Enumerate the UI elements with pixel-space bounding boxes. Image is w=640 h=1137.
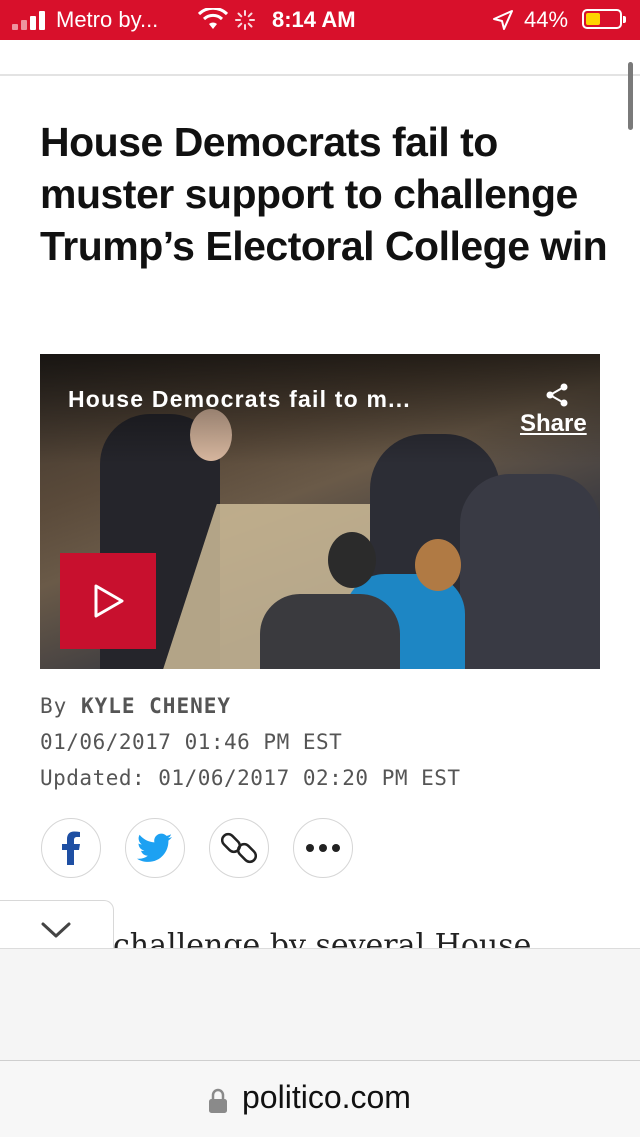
clock: 8:14 AM	[272, 7, 356, 32]
scroll-indicator[interactable]	[628, 62, 633, 130]
bottom-ad-panel	[0, 948, 640, 1061]
video-player[interactable]: House Democrats fail to m... Share	[40, 354, 600, 669]
author-link[interactable]: KYLE CHENEY	[81, 694, 231, 718]
lock-icon	[209, 1088, 227, 1113]
facebook-icon	[62, 831, 80, 865]
activity-spinner-icon	[235, 10, 255, 30]
chevron-down-icon	[41, 922, 71, 938]
top-divider	[0, 74, 640, 76]
url-text[interactable]: politico.com	[242, 1079, 411, 1116]
published-date: 01/06/2017 01:46 PM EST	[40, 730, 343, 754]
share-icon[interactable]	[544, 382, 570, 408]
link-icon	[221, 832, 257, 864]
facebook-share-button[interactable]	[41, 818, 101, 878]
article-headline: House Democrats fail to muster support t…	[40, 119, 608, 269]
video-title: House Democrats fail to m...	[68, 386, 411, 412]
play-button[interactable]	[60, 553, 156, 649]
share-button[interactable]: Share	[520, 410, 587, 438]
twitter-icon	[137, 833, 172, 862]
browser-address-bar[interactable]: politico.com	[0, 1060, 640, 1137]
location-arrow-icon	[493, 10, 513, 30]
play-icon	[94, 584, 124, 618]
signal-icon	[12, 10, 48, 30]
collapse-toggle[interactable]	[0, 900, 114, 954]
battery-percent: 44%	[524, 7, 569, 32]
more-icon	[306, 844, 340, 852]
status-bar: Metro by... 8:14 AM 44%	[0, 0, 640, 40]
article-body-snippet: challenge by several House	[113, 928, 532, 948]
updated-date: Updated: 01/06/2017 02:20 PM EST	[40, 766, 461, 790]
twitter-share-button[interactable]	[125, 818, 185, 878]
byline-prefix: By	[40, 694, 68, 718]
battery-icon	[582, 9, 626, 29]
more-options-button[interactable]	[293, 818, 353, 878]
byline: By KYLE CHENEY	[40, 694, 231, 718]
copy-link-button[interactable]	[209, 818, 269, 878]
carrier-name: Metro by...	[56, 7, 159, 32]
wifi-icon	[198, 8, 228, 29]
